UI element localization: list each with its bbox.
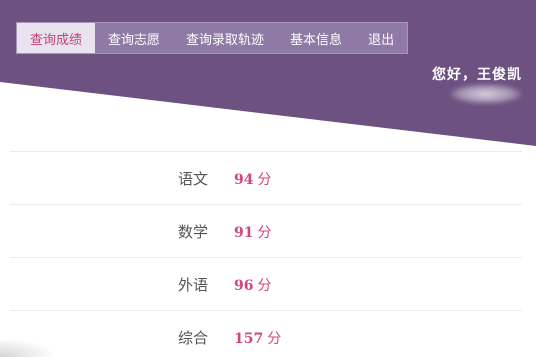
subject-label: 外语 [178,276,209,294]
score-number: 94 [234,172,254,188]
nav-item-basic-info[interactable]: 基本信息 [277,23,355,53]
score-row: 语文 94 分 [10,151,522,204]
score-number: 96 [234,278,254,294]
corner-watermark [0,338,56,357]
user-greeting: 您好，王俊凯 [432,67,522,83]
score-value: 91 分 [234,222,271,242]
nav-item-applications[interactable]: 查询志愿 [95,23,173,53]
score-unit: 分 [267,331,282,347]
subject-label: 语文 [178,170,209,188]
score-value: 157 分 [234,328,281,348]
score-row: 数学 91 分 [10,204,522,257]
score-list: 语文 94 分 数学 91 分 外语 96 分 综合 157 分 [10,151,522,357]
score-number: 91 [234,225,254,241]
score-unit: 分 [257,278,272,294]
score-value: 96 分 [234,275,271,295]
subject-label: 数学 [178,223,209,241]
score-value: 94 分 [234,169,271,189]
nav-item-logout[interactable]: 退出 [355,23,407,53]
nav-item-scores[interactable]: 查询成绩 [17,23,96,53]
subject-label: 综合 [178,329,209,347]
nav-item-admission-track[interactable]: 查询录取轨迹 [173,23,277,53]
top-nav: 查询成绩 查询志愿 查询录取轨迹 基本信息 退出 [16,22,409,54]
score-row: 外语 96 分 [10,257,522,310]
redacted-id [450,84,522,104]
score-number: 157 [234,331,264,347]
score-unit: 分 [257,172,272,188]
score-row: 综合 157 分 [10,310,522,357]
score-unit: 分 [257,225,272,241]
